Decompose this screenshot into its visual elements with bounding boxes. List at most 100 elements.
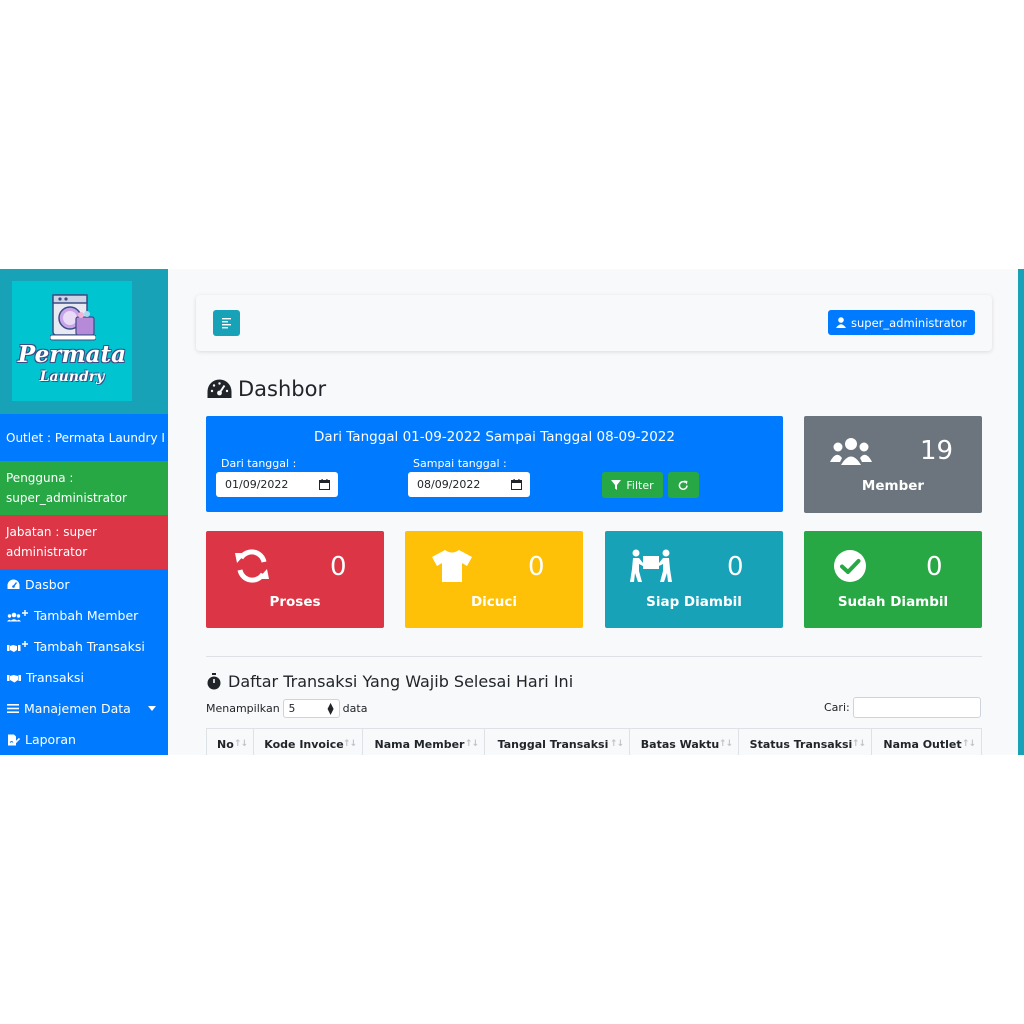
user-icon xyxy=(836,317,847,328)
from-date-input[interactable]: 01/09/2022 xyxy=(216,472,338,497)
column-header-batas-waktu[interactable]: Batas Waktu ↑↓ xyxy=(630,729,739,755)
sidebar-item-dasbor[interactable]: Dasbor xyxy=(0,569,168,600)
user-plus-icon xyxy=(7,609,28,621)
sidebar-item-tambah-transaksi[interactable]: Tambah Transaksi xyxy=(0,631,168,662)
sort-icon: ↑↓ xyxy=(851,739,866,749)
reset-filter-button[interactable] xyxy=(668,472,699,498)
transaction-list-title-text: Daftar Transaksi Yang Wajib Selesai Hari… xyxy=(228,672,574,691)
sidebar-item-transaksi[interactable]: Transaksi xyxy=(0,662,168,693)
to-date-input[interactable]: 08/09/2022 xyxy=(408,472,530,497)
transaction-table-header: No ↑↓ Kode Invoice ↑↓ Nama Member ↑↓ Tangga… xyxy=(206,728,982,755)
top-navbar: super_administrator xyxy=(196,295,992,351)
stopwatch-icon xyxy=(207,673,221,690)
stat-card-dicuci: 0 Dicuci xyxy=(405,531,583,628)
sidebar-item-label: Transaksi xyxy=(26,670,84,685)
column-header-label: Nama Outlet xyxy=(883,737,962,751)
outlet-label: Outlet : Permata Laundry I xyxy=(6,430,165,445)
sort-icon: ↑↓ xyxy=(609,739,624,749)
tachometer-icon xyxy=(207,379,232,398)
column-header-kode-invoice[interactable]: Kode Invoice ↑↓ xyxy=(254,729,363,755)
sidebar-item-manajemen-data[interactable]: Manajemen Data xyxy=(0,693,168,724)
sync-icon xyxy=(235,549,269,583)
sort-icon: ↑↓ xyxy=(718,739,733,749)
stat-dicuci-value: 0 xyxy=(528,552,545,582)
from-date-value: 01/09/2022 xyxy=(225,478,289,491)
washing-machine-icon xyxy=(50,294,96,341)
sort-icon: ↑↓ xyxy=(233,739,248,749)
stat-siap-label: Siap Diambil xyxy=(646,594,742,610)
role-info: Jabatan : super administrator xyxy=(0,515,168,569)
user-label: Pengguna : super_administrator xyxy=(6,471,127,505)
sidebar-item-laporan[interactable]: Laporan xyxy=(0,724,168,755)
check-circle-icon xyxy=(834,550,866,582)
stat-card-proses: 0 Proses xyxy=(206,531,384,628)
to-date-value: 08/09/2022 xyxy=(417,478,481,491)
user-menu-label: super_administrator xyxy=(851,315,967,330)
handshake-plus-icon xyxy=(7,640,28,652)
column-header-label: Batas Waktu xyxy=(640,737,720,751)
handshake-icon xyxy=(7,674,21,682)
sort-icon: ↑↓ xyxy=(961,739,976,749)
filter-button[interactable]: Filter xyxy=(602,472,663,498)
filter-button-label: Filter xyxy=(626,478,654,492)
page-length-value: 5 xyxy=(288,702,296,715)
date-filter-card: Dari Tanggal 01-09-2022 Sampai Tanggal 0… xyxy=(206,416,783,512)
column-header-no[interactable]: No ↑↓ xyxy=(206,729,254,755)
search-input[interactable] xyxy=(853,697,981,718)
stat-dicuci-label: Dicuci xyxy=(470,594,518,610)
filter-heading: Dari Tanggal 01-09-2022 Sampai Tanggal 0… xyxy=(314,429,675,445)
sidebar: Permata Laundry Outlet : Permata Laundry… xyxy=(0,269,168,755)
brand-logo[interactable]: Permata Laundry xyxy=(12,281,132,401)
page-title-text: Dashbor xyxy=(238,377,327,401)
page-length-control: Menampilkan 5 ▲ ▼ data xyxy=(206,699,367,718)
stat-card-sudah-diambil: 0 Sudah Diambil xyxy=(804,531,982,628)
stat-member-label: Member xyxy=(861,478,925,494)
bars-icon xyxy=(7,704,19,713)
user-info: Pengguna : super_administrator xyxy=(0,461,168,515)
page-length-prefix: Menampilkan xyxy=(206,702,280,715)
sidebar-item-tambah-member[interactable]: Tambah Member xyxy=(0,600,168,631)
column-header-nama-outlet[interactable]: Nama Outlet ↑↓ xyxy=(872,729,982,755)
stat-proses-value: 0 xyxy=(330,552,347,582)
column-header-label: Nama Member xyxy=(374,737,465,751)
calendar-icon[interactable] xyxy=(511,479,522,490)
sidebar-item-label: Tambah Member xyxy=(34,608,139,623)
app-window: Permata Laundry Outlet : Permata Laundry… xyxy=(0,269,1024,755)
sidebar-item-label: Laporan xyxy=(25,732,76,747)
stat-member-value: 19 xyxy=(920,436,954,466)
users-icon xyxy=(830,438,872,465)
page-length-select[interactable]: 5 ▲ ▼ xyxy=(282,699,340,718)
stat-sudah-label: Sudah Diambil xyxy=(837,594,949,610)
sidebar-item-label: Manajemen Data xyxy=(24,701,131,716)
brand-subtitle: Laundry xyxy=(39,369,105,385)
sidebar-toggle-button[interactable] xyxy=(213,310,240,336)
stat-siap-value: 0 xyxy=(727,552,744,582)
sidebar-item-label: Dasbor xyxy=(25,577,70,592)
filter-icon xyxy=(611,480,622,490)
search-label: Cari: xyxy=(824,701,850,714)
column-header-nama-member[interactable]: Nama Member ↑↓ xyxy=(363,729,485,755)
stat-sudah-value: 0 xyxy=(926,552,943,582)
tachometer-icon xyxy=(7,579,20,589)
page-length-suffix: data xyxy=(342,702,368,715)
role-label: Jabatan : super administrator xyxy=(6,525,97,559)
from-date-label: Dari tanggal : xyxy=(221,457,297,470)
calendar-icon[interactable] xyxy=(319,479,330,490)
stat-proses-label: Proses xyxy=(269,594,321,610)
file-signature-icon xyxy=(8,734,20,745)
outlet-info: Outlet : Permata Laundry I xyxy=(0,414,168,461)
stat-card-siap-diambil: 0 Siap Diambil xyxy=(605,531,783,628)
to-date-label: Sampai tanggal : xyxy=(413,457,507,470)
column-header-tanggal-transaksi[interactable]: Tanggal Transaksi ↑↓ xyxy=(485,729,630,755)
chevron-down-icon xyxy=(148,706,156,711)
sidebar-item-label: Tambah Transaksi xyxy=(34,639,145,654)
column-header-label: Kode Invoice xyxy=(264,737,344,751)
user-menu-button[interactable]: super_administrator xyxy=(828,310,975,335)
stat-card-member: 19 Member xyxy=(804,416,982,513)
align-left-icon xyxy=(222,318,231,329)
column-header-label: No xyxy=(217,737,234,751)
column-header-label: Status Transaksi xyxy=(749,737,853,751)
select-arrows-icon: ▲ ▼ xyxy=(327,701,334,716)
transaction-list-title: Daftar Transaksi Yang Wajib Selesai Hari… xyxy=(207,672,573,691)
column-header-status-transaksi[interactable]: Status Transaksi ↑↓ xyxy=(739,729,872,755)
